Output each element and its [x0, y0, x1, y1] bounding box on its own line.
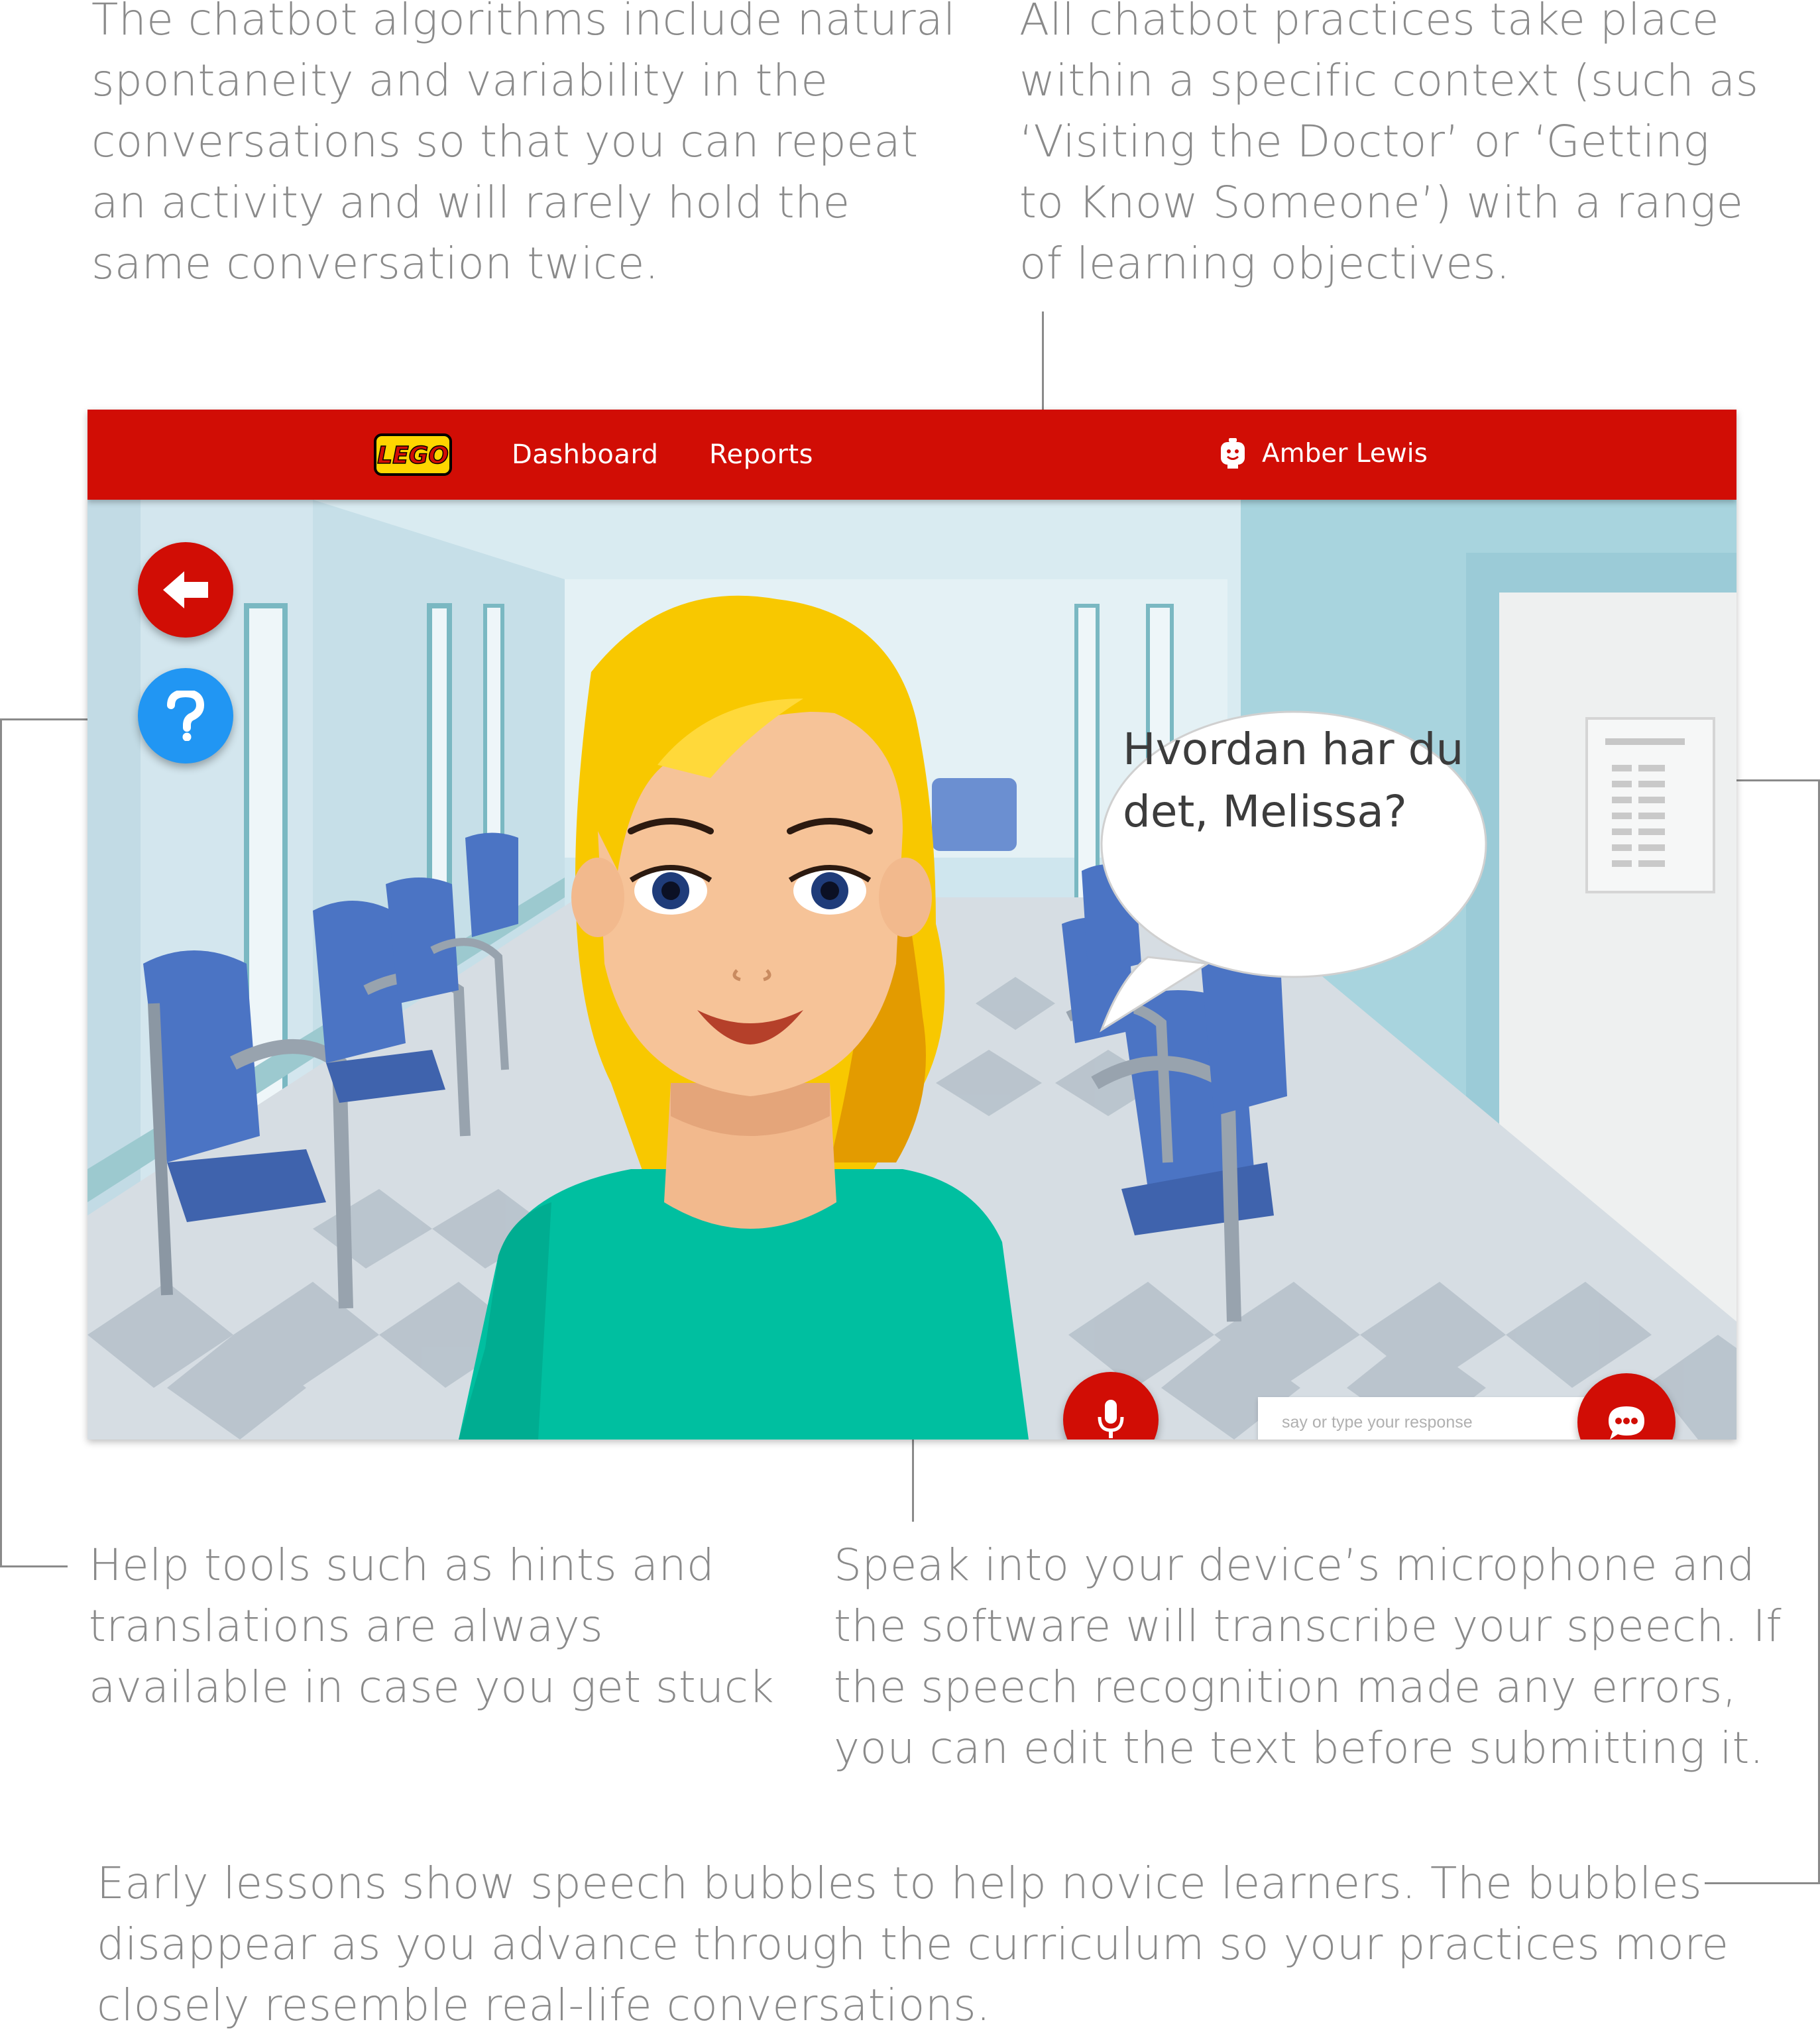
arrow-left-icon [163, 571, 208, 608]
annotation-bubbles: Early lessons show speech bubbles to hel… [97, 1858, 1729, 2031]
user-avatar-icon [1221, 438, 1245, 469]
speech-bubble-text: Hvordan har du det, Melissa? [1123, 724, 1464, 837]
back-button[interactable] [138, 542, 233, 638]
leader-line-help-v [0, 718, 2, 1567]
nav-reports-link[interactable]: Reports [709, 437, 813, 472]
waiting-room-scene: Hvordan har du det, Melissa? [87, 500, 1736, 1440]
microphone-icon [1098, 1400, 1124, 1438]
annotation-top-left: The chatbot algorithms include natural s… [91, 0, 956, 289]
annotation-help-tools: Help tools such as hints and translation… [89, 1540, 775, 1713]
response-input[interactable] [1258, 1397, 1622, 1440]
user-menu[interactable]: Amber Lewis [1220, 436, 1428, 471]
lego-logo[interactable]: LEGO [374, 433, 452, 476]
question-mark-icon [167, 691, 205, 741]
leader-line-help-h2 [0, 1565, 68, 1567]
app-window: LEGO Dashboard Reports Amber Lewis Hvord… [87, 410, 1736, 1440]
scene-illustration [87, 500, 1736, 1440]
user-name: Amber Lewis [1262, 438, 1428, 469]
leader-line-bubble-h2 [1705, 1882, 1820, 1884]
chat-bubble-icon [1609, 1406, 1644, 1440]
top-navbar: LEGO Dashboard Reports Amber Lewis [87, 410, 1736, 500]
help-button[interactable] [138, 668, 233, 764]
annotation-speech: Speak into your device’s microphone and … [834, 1540, 1782, 1774]
lego-logo-text: LEGO [377, 442, 449, 469]
nav-dashboard-link[interactable]: Dashboard [512, 437, 659, 472]
annotation-top-right: All chatbot practices take place within … [1019, 0, 1759, 289]
